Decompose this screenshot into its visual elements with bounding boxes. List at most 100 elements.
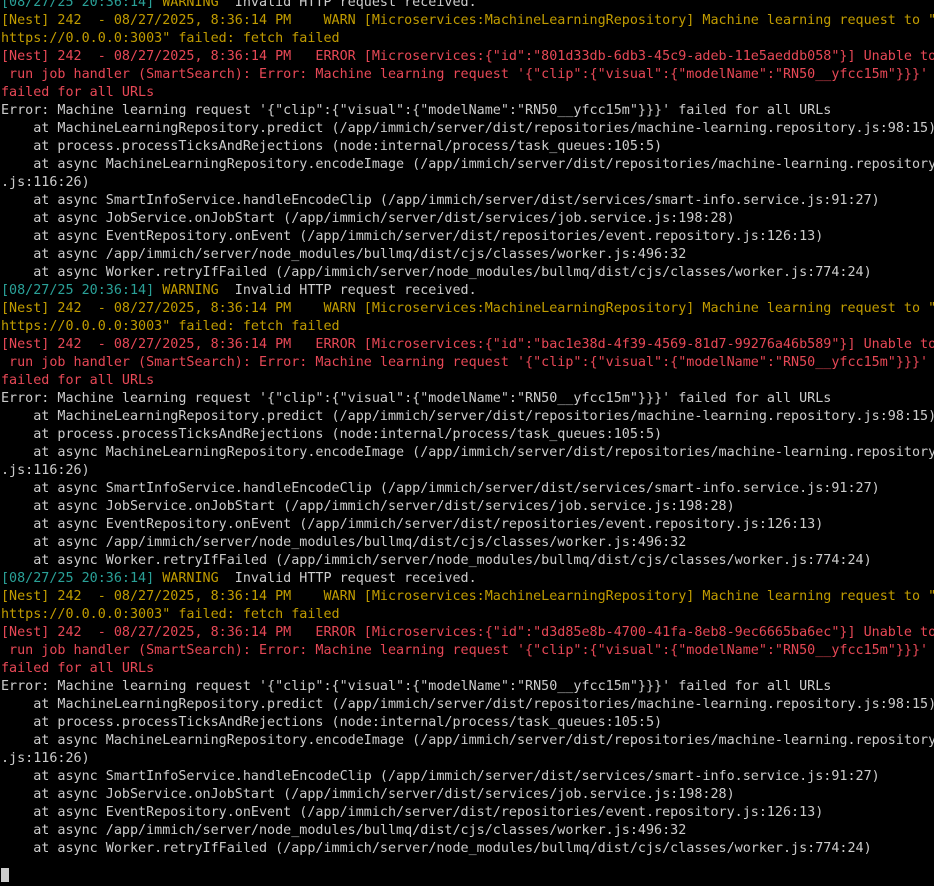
log-segment: failed for all URLs	[1, 373, 155, 388]
log-segment: Error: Machine learning request '{"clip"…	[1, 679, 832, 694]
log-line: Error: Machine learning request '{"clip"…	[1, 390, 934, 408]
log-line: at async MachineLearningRepository.encod…	[1, 156, 934, 174]
log-segment: at async SmartInfoService.handleEncodeCl…	[1, 193, 880, 208]
log-segment: https://0.0.0.0:3003" failed: fetch fail…	[1, 31, 340, 46]
log-segment: at async EventRepository.onEvent (/app/i…	[1, 805, 824, 820]
log-segment: at async EventRepository.onEvent (/app/i…	[1, 517, 824, 532]
log-line: https://0.0.0.0:3003" failed: fetch fail…	[1, 30, 934, 48]
log-line: at async EventRepository.onEvent (/app/i…	[1, 228, 934, 246]
log-segment: at async JobService.onJobStart (/app/imm…	[1, 499, 735, 514]
log-segment: run job handler (SmartSearch): Error: Ma…	[1, 643, 929, 658]
log-segment: Invalid HTTP request received.	[226, 0, 477, 10]
log-line: at MachineLearningRepository.predict (/a…	[1, 120, 934, 138]
log-segment: at async EventRepository.onEvent (/app/i…	[1, 229, 824, 244]
log-segment: at async Worker.retryIfFailed (/app/immi…	[1, 553, 872, 568]
log-line: run job handler (SmartSearch): Error: Ma…	[1, 642, 934, 660]
log-segment: at async JobService.onJobStart (/app/imm…	[1, 787, 735, 802]
log-line: Error: Machine learning request '{"clip"…	[1, 102, 934, 120]
log-line: [Nest] 242 - 08/27/2025, 8:36:14 PM ERRO…	[1, 624, 934, 642]
log-segment: [Nest] 242 - 08/27/2025, 8:36:14 PM ERRO…	[1, 625, 934, 640]
log-segment: at async SmartInfoService.handleEncodeCl…	[1, 769, 880, 784]
log-line: [08/27/25 20:36:14] WARNING Invalid HTTP…	[1, 0, 934, 12]
log-line: at async /app/immich/server/node_modules…	[1, 534, 934, 552]
log-segment: at async Worker.retryIfFailed (/app/immi…	[1, 265, 872, 280]
log-line: at async JobService.onJobStart (/app/imm…	[1, 786, 934, 804]
log-segment: at async Worker.retryIfFailed (/app/immi…	[1, 841, 872, 856]
log-line: at process.processTicksAndRejections (no…	[1, 138, 934, 156]
log-line: at async /app/immich/server/node_modules…	[1, 822, 934, 840]
terminal-cursor	[1, 868, 9, 882]
log-segment: [Nest] 242 - 08/27/2025, 8:36:14 PM ERRO…	[1, 49, 934, 64]
log-line: at async SmartInfoService.handleEncodeCl…	[1, 768, 934, 786]
log-segment: .js:116:26)	[1, 751, 90, 766]
log-line: [Nest] 242 - 08/27/2025, 8:36:14 PM WARN…	[1, 12, 934, 30]
log-line: https://0.0.0.0:3003" failed: fetch fail…	[1, 606, 934, 624]
log-line: at async MachineLearningRepository.encod…	[1, 444, 934, 462]
log-line: [08/27/25 20:36:14] WARNING Invalid HTTP…	[1, 570, 934, 588]
log-line: Error: Machine learning request '{"clip"…	[1, 678, 934, 696]
log-segment: Error: Machine learning request '{"clip"…	[1, 391, 832, 406]
log-segment: [Nest] 242 - 08/27/2025, 8:36:14 PM ERRO…	[1, 337, 934, 352]
log-segment: failed for all URLs	[1, 661, 155, 676]
log-line: [Nest] 242 - 08/27/2025, 8:36:14 PM ERRO…	[1, 336, 934, 354]
log-line: at async JobService.onJobStart (/app/imm…	[1, 498, 934, 516]
log-line: failed for all URLs	[1, 660, 934, 678]
log-line: .js:116:26)	[1, 462, 934, 480]
log-segment: [08/27/25 20:36:14]	[1, 0, 163, 10]
log-segment: at MachineLearningRepository.predict (/a…	[1, 409, 934, 424]
log-segment: at async MachineLearningRepository.encod…	[1, 733, 934, 748]
log-line: at async EventRepository.onEvent (/app/i…	[1, 804, 934, 822]
log-segment: .js:116:26)	[1, 463, 90, 478]
log-line: https://0.0.0.0:3003" failed: fetch fail…	[1, 318, 934, 336]
log-line: at async Worker.retryIfFailed (/app/immi…	[1, 552, 934, 570]
log-line: at async SmartInfoService.handleEncodeCl…	[1, 480, 934, 498]
log-line: at async MachineLearningRepository.encod…	[1, 732, 934, 750]
log-line: .js:116:26)	[1, 174, 934, 192]
log-segment: [Nest] 242 - 08/27/2025, 8:36:14 PM WARN…	[1, 589, 934, 604]
log-line: [Nest] 242 - 08/27/2025, 8:36:14 PM WARN…	[1, 300, 934, 318]
log-segment: https://0.0.0.0:3003" failed: fetch fail…	[1, 319, 340, 334]
log-segment: WARNING	[162, 571, 227, 586]
log-line: [Nest] 242 - 08/27/2025, 8:36:14 PM WARN…	[1, 588, 934, 606]
log-segment: [08/27/25 20:36:14]	[1, 571, 163, 586]
log-segment: at process.processTicksAndRejections (no…	[1, 715, 663, 730]
log-line: .js:116:26)	[1, 750, 934, 768]
log-line: [08/27/25 20:36:14] WARNING Invalid HTTP…	[1, 282, 934, 300]
log-segment: [Nest] 242 - 08/27/2025, 8:36:14 PM WARN…	[1, 301, 934, 316]
log-line: at process.processTicksAndRejections (no…	[1, 426, 934, 444]
log-line: run job handler (SmartSearch): Error: Ma…	[1, 66, 934, 84]
log-line: at async JobService.onJobStart (/app/imm…	[1, 210, 934, 228]
log-line: failed for all URLs	[1, 372, 934, 390]
log-line: at MachineLearningRepository.predict (/a…	[1, 696, 934, 714]
log-segment: Invalid HTTP request received.	[226, 571, 477, 586]
log-segment: at async SmartInfoService.handleEncodeCl…	[1, 481, 880, 496]
log-line: at process.processTicksAndRejections (no…	[1, 714, 934, 732]
log-line: run job handler (SmartSearch): Error: Ma…	[1, 354, 934, 372]
terminal-output[interactable]: [08/27/25 20:36:14] WARNING Invalid HTTP…	[0, 0, 934, 886]
log-segment: https://0.0.0.0:3003" failed: fetch fail…	[1, 607, 340, 622]
log-line: [Nest] 242 - 08/27/2025, 8:36:14 PM ERRO…	[1, 48, 934, 66]
log-segment: at process.processTicksAndRejections (no…	[1, 139, 663, 154]
log-segment: [08/27/25 20:36:14]	[1, 283, 163, 298]
log-segment: failed for all URLs	[1, 85, 155, 100]
log-segment: at async MachineLearningRepository.encod…	[1, 445, 934, 460]
log-segment: Invalid HTTP request received.	[226, 283, 477, 298]
log-line: at async EventRepository.onEvent (/app/i…	[1, 516, 934, 534]
log-line: at async Worker.retryIfFailed (/app/immi…	[1, 264, 934, 282]
log-segment: at async MachineLearningRepository.encod…	[1, 157, 934, 172]
log-line: at MachineLearningRepository.predict (/a…	[1, 408, 934, 426]
log-segment: WARNING	[162, 0, 227, 10]
log-line: failed for all URLs	[1, 84, 934, 102]
log-segment: at process.processTicksAndRejections (no…	[1, 427, 663, 442]
log-segment: at async /app/immich/server/node_modules…	[1, 823, 687, 838]
log-line: at async SmartInfoService.handleEncodeCl…	[1, 192, 934, 210]
log-segment: at async /app/immich/server/node_modules…	[1, 535, 687, 550]
log-segment: WARNING	[162, 283, 227, 298]
log-line: at async Worker.retryIfFailed (/app/immi…	[1, 840, 934, 858]
log-segment: run job handler (SmartSearch): Error: Ma…	[1, 67, 929, 82]
log-segment: at MachineLearningRepository.predict (/a…	[1, 121, 934, 136]
log-segment: Error: Machine learning request '{"clip"…	[1, 103, 832, 118]
log-segment: at async JobService.onJobStart (/app/imm…	[1, 211, 735, 226]
log-segment: at async /app/immich/server/node_modules…	[1, 247, 687, 262]
log-segment: .js:116:26)	[1, 175, 90, 190]
